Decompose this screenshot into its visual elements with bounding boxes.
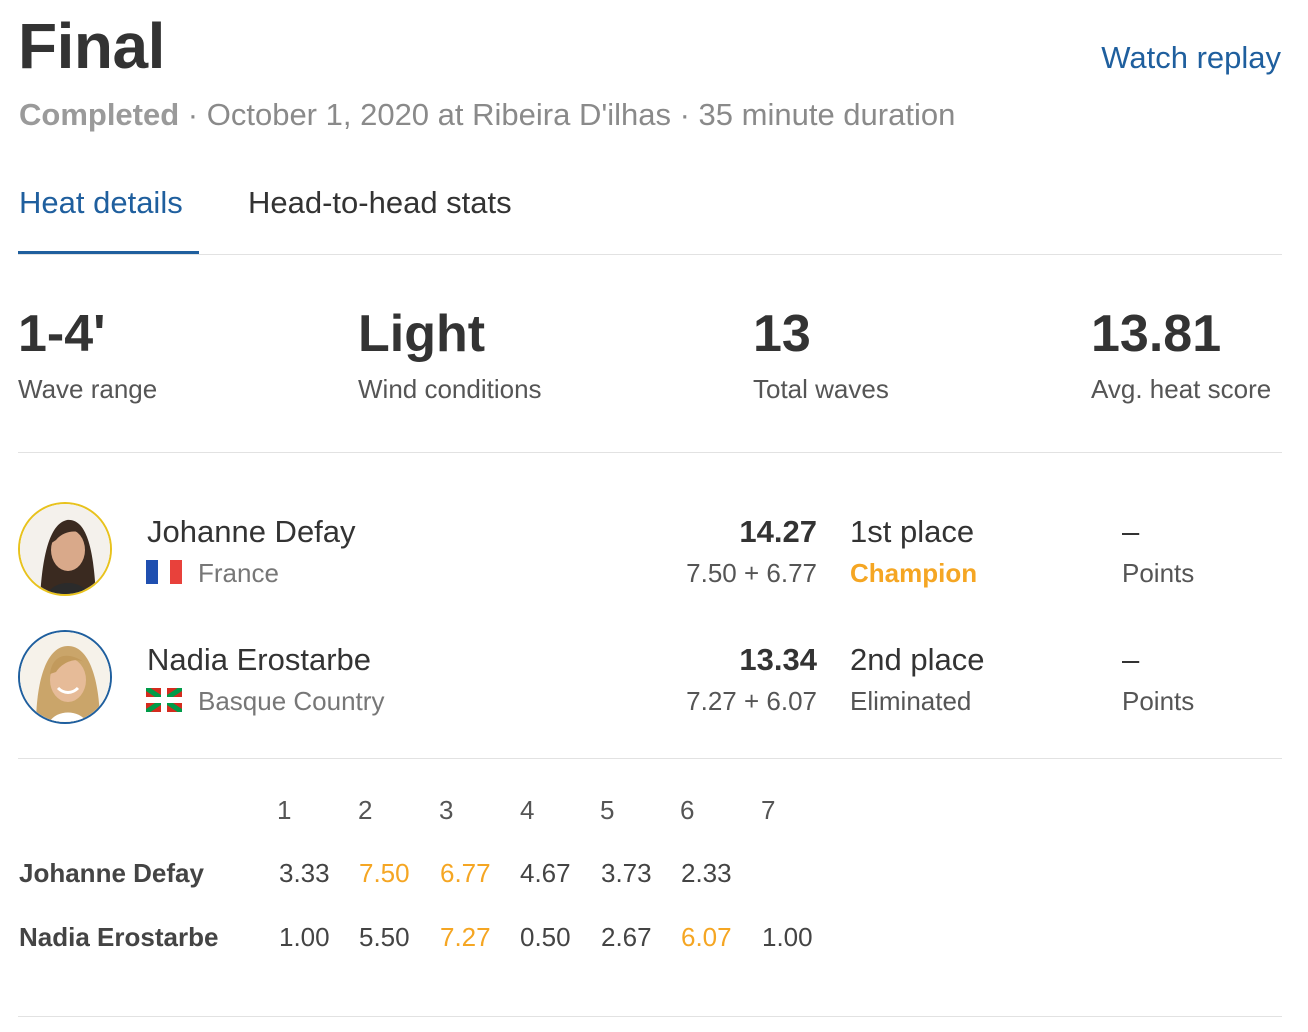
score-breakdown: 7.50 + 6.77 bbox=[686, 558, 817, 588]
surfer-name[interactable]: Johanne Defay bbox=[147, 516, 356, 547]
wave-score: 2.33 bbox=[681, 858, 732, 888]
result-badge: Eliminated bbox=[850, 686, 972, 716]
stat-label: Wave range bbox=[18, 374, 158, 404]
divider bbox=[18, 1016, 1282, 1017]
heat-score: 14.27 bbox=[739, 514, 817, 549]
tab-heat-details[interactable]: Heat details bbox=[19, 185, 183, 220]
surfer-country: France bbox=[146, 560, 279, 587]
avatar[interactable] bbox=[18, 630, 112, 724]
wave-score: 7.50 bbox=[359, 858, 410, 888]
stat-total-waves: 13 Total waves bbox=[753, 308, 889, 402]
points-value: – bbox=[1122, 514, 1140, 549]
wave-column-header: 3 bbox=[439, 795, 454, 825]
wave-column-header: 1 bbox=[277, 795, 292, 825]
wave-score: 5.50 bbox=[359, 922, 410, 952]
wave-column-header: 2 bbox=[358, 795, 373, 825]
divider bbox=[18, 254, 1282, 255]
placement: 1st place bbox=[850, 514, 975, 549]
score-breakdown: 7.27 + 6.07 bbox=[686, 686, 817, 716]
country-name: France bbox=[198, 558, 279, 588]
wave-column-header: 5 bbox=[600, 795, 615, 825]
wave-score: 1.00 bbox=[762, 922, 813, 952]
result-badge: Champion bbox=[850, 558, 978, 588]
wave-column-header: 7 bbox=[761, 795, 776, 825]
tab-head-to-head-stats[interactable]: Head-to-head stats bbox=[248, 185, 512, 220]
heat-details-text: · October 1, 2020 at Ribeira D'ilhas · 3… bbox=[179, 97, 956, 132]
divider bbox=[18, 758, 1282, 759]
wave-column-header: 4 bbox=[520, 795, 535, 825]
wave-row-name: Nadia Erostarbe bbox=[19, 922, 219, 952]
page-title: Final bbox=[18, 10, 165, 82]
wave-score: 3.33 bbox=[279, 858, 330, 888]
stat-avg-heat-score: 13.81 Avg. heat score bbox=[1091, 308, 1271, 402]
stat-value: 13.81 bbox=[1091, 305, 1222, 363]
wave-column-header: 6 bbox=[680, 795, 695, 825]
points-label: Points bbox=[1122, 558, 1195, 588]
country-name: Basque Country bbox=[198, 686, 385, 716]
stat-label: Total waves bbox=[753, 374, 889, 404]
wave-score: 7.27 bbox=[440, 922, 491, 952]
watch-replay-link[interactable]: Watch replay bbox=[1101, 42, 1281, 73]
stat-value: Light bbox=[358, 305, 486, 363]
wave-score: 4.67 bbox=[520, 858, 571, 888]
stat-value: 13 bbox=[753, 305, 811, 363]
heat-score: 13.34 bbox=[739, 642, 817, 677]
stat-value: 1-4' bbox=[18, 305, 106, 363]
wave-row-name: Johanne Defay bbox=[19, 858, 204, 888]
heat-subtitle: Completed · October 1, 2020 at Ribeira D… bbox=[19, 96, 955, 133]
stat-label: Wind conditions bbox=[358, 374, 542, 404]
basque-flag-icon bbox=[144, 686, 184, 715]
stat-wind-conditions: Light Wind conditions bbox=[358, 308, 542, 402]
wave-score: 3.73 bbox=[601, 858, 652, 888]
wave-score: 6.07 bbox=[681, 922, 732, 952]
points-value: – bbox=[1122, 642, 1140, 677]
stat-wave-range: 1-4' Wave range bbox=[18, 308, 157, 402]
stat-label: Avg. heat score bbox=[1091, 374, 1272, 404]
wave-score: 2.67 bbox=[601, 922, 652, 952]
points-label: Points bbox=[1122, 686, 1195, 716]
heat-status: Completed bbox=[19, 97, 180, 132]
wave-score: 1.00 bbox=[279, 922, 330, 952]
surfer-country: Basque Country bbox=[144, 686, 385, 716]
wave-score: 0.50 bbox=[520, 922, 571, 952]
placement: 2nd place bbox=[850, 642, 985, 677]
france-flag-icon bbox=[146, 560, 182, 585]
surfer-name[interactable]: Nadia Erostarbe bbox=[147, 644, 371, 675]
divider bbox=[18, 452, 1282, 453]
wave-score: 6.77 bbox=[440, 858, 491, 888]
avatar[interactable] bbox=[18, 502, 112, 596]
